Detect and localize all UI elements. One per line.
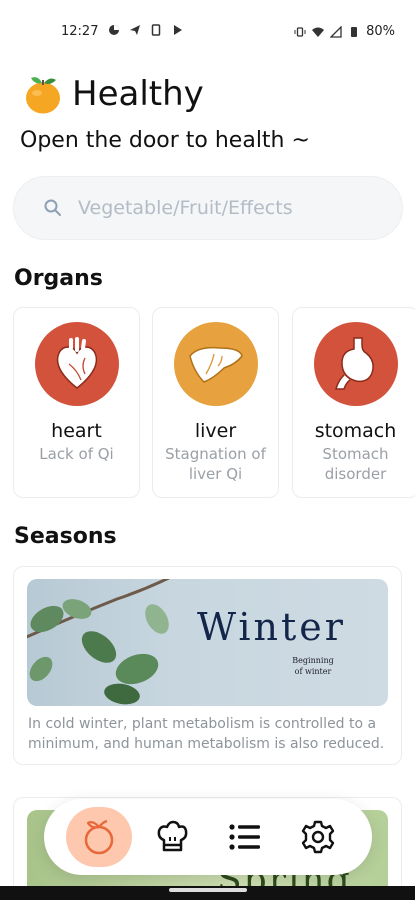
nav-settings[interactable] <box>285 807 351 867</box>
battery-percent: 80% <box>366 24 395 39</box>
liver-icon <box>173 322 258 406</box>
app-brand: Healthy <box>24 74 204 114</box>
season-desc: In cold winter, plant metabolism is cont… <box>28 716 385 752</box>
winter-banner-subtitle: Beginning of winter <box>292 656 334 676</box>
home-indicator[interactable] <box>169 888 247 892</box>
status-bar: 12:27 80% <box>0 0 415 62</box>
organ-desc: Lack of Qi <box>39 445 114 463</box>
organ-card-stomach[interactable]: stomach Stomach disorder <box>292 307 415 498</box>
search-input[interactable] <box>78 197 378 219</box>
app-notification-icon <box>109 25 119 35</box>
season-card-winter[interactable]: Winter Beginning of winter In cold winte… <box>13 566 402 765</box>
send-icon <box>130 25 140 35</box>
organ-desc: Stomach disorder <box>322 445 389 483</box>
search-bar[interactable] <box>13 176 403 240</box>
heart-icon <box>34 322 119 406</box>
organ-card-liver[interactable]: liver Stagnation of liver Qi <box>152 307 279 498</box>
organ-card-heart[interactable]: heart Lack of Qi <box>13 307 140 498</box>
wifi-icon <box>312 27 325 37</box>
app-title: Healthy <box>72 74 204 114</box>
battery-icon <box>351 26 358 37</box>
chef-hat-icon <box>157 820 187 852</box>
settings-icon <box>301 820 334 854</box>
sim-icon <box>151 24 161 36</box>
frosted-leaves-image <box>27 579 171 705</box>
stomach-icon <box>313 322 398 406</box>
winter-banner: Winter Beginning of winter <box>27 579 388 706</box>
vibrate-icon <box>294 26 306 37</box>
seasons-heading: Seasons <box>14 524 117 549</box>
orange-logo-icon <box>26 77 60 114</box>
nav-list[interactable] <box>212 807 278 867</box>
organ-name: heart <box>51 420 102 442</box>
nav-recipes[interactable] <box>139 807 205 867</box>
play-icon <box>174 25 182 35</box>
organ-name: stomach <box>314 420 397 442</box>
orange-icon <box>84 819 113 855</box>
organ-name: liver <box>194 420 237 442</box>
search-icon <box>44 199 61 216</box>
bottom-nav <box>44 799 372 875</box>
organs-heading: Organs <box>14 266 103 291</box>
winter-banner-title: Winter <box>197 605 346 649</box>
organ-desc: Stagnation of liver Qi <box>165 445 266 483</box>
system-gesture-bar <box>0 886 415 900</box>
nav-home[interactable] <box>65 807 132 867</box>
organs-carousel[interactable]: heart Lack of Qi liver Stagnation of liv… <box>13 307 415 499</box>
tagline: Open the door to health ~ <box>20 128 310 153</box>
list-icon <box>228 824 260 850</box>
status-time: 12:27 <box>61 24 99 39</box>
signal-icon <box>330 25 342 38</box>
